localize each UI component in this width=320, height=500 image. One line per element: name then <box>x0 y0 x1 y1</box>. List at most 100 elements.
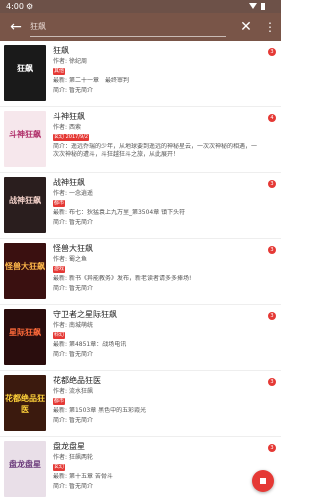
intro-text: 暂无简介 <box>68 219 93 226</box>
book-cover-title: 斗神狂飙 <box>9 130 41 139</box>
intro-label: 简介: <box>53 351 68 358</box>
book-title: 怪兽大狂飙 <box>53 244 93 253</box>
latest-label: 最新: <box>53 275 68 282</box>
author-label: 作者: <box>53 454 68 461</box>
book-author: 作者: 西索 <box>53 124 81 132</box>
author-name: 流水狂飙 <box>68 388 93 395</box>
status-bar: 4:00 ⚙ <box>0 0 281 13</box>
book-list-item[interactable]: 盘龙盘星 盘龙盘星 作者: 狂飙两轮 玄幻 最新: 第十五章 苦骨斗 简介: 暂无简介 3 <box>0 437 281 500</box>
book-intro: 简介: 暂无简介 <box>53 351 258 359</box>
book-author: 作者: 流水狂飙 <box>53 388 93 396</box>
book-cover-image: 花都绝品狂医 <box>4 375 46 431</box>
author-name: 西索 <box>68 124 81 131</box>
book-list-item[interactable]: 战神狂飙 战神狂飙 作者: 一念逍遥 都市 最新: 布七：狄猛袁上九万里_第3504章 … <box>0 173 281 239</box>
book-cover-image: 战神狂飙 <box>4 177 46 233</box>
latest-label: 最新: <box>53 407 68 414</box>
book-cover-image: 星际狂飙 <box>4 309 46 365</box>
intro-label: 简介: <box>53 417 68 424</box>
search-input-underline <box>30 36 226 37</box>
source-count-badge: 3 <box>268 378 276 386</box>
intro-text: 暂无简介 <box>68 351 93 358</box>
book-intro: 简介：遥远乔瑞的少年，从地球要到遥远的神秘星云，一次次神秘的相遇，一次次神秘的遭… <box>53 143 258 158</box>
book-author: 作者: 一念逍遥 <box>53 190 93 198</box>
latest-label: 最新: <box>53 209 68 216</box>
category-tag-date: 2017/9/2 <box>64 134 89 140</box>
author-name: 一念逍遥 <box>68 190 93 197</box>
category-tag-label: 都市 <box>54 398 65 404</box>
stop-search-button[interactable] <box>252 470 274 492</box>
category-tag: 玄幻 <box>53 464 66 471</box>
author-name: 狂飙两轮 <box>68 454 93 461</box>
book-latest-chapter: 最新: 第十五章 苦骨斗 <box>53 473 258 481</box>
book-cover-image: 怪兽大狂飙 <box>4 243 46 299</box>
category-tag-label: 其他 <box>54 68 65 74</box>
search-input[interactable]: 狂飙 <box>30 19 226 35</box>
source-count-badge: 4 <box>268 114 276 122</box>
book-intro: 简介: 暂无简介 <box>53 417 258 425</box>
author-label: 作者: <box>53 58 68 65</box>
book-cover-title: 盘龙盘星 <box>9 460 41 469</box>
book-list-item[interactable]: 星际狂飙 守卫者之星际狂飙 作者: 南城萌统 科幻 最新: 第4851章：战场电讯 简介:… <box>0 305 281 371</box>
book-latest-chapter: 最新: 布七：狄猛袁上九万里_第3504章 镇下头符 <box>53 209 258 217</box>
book-latest-chapter: 最新: 第二十一章 最终审判 <box>53 77 258 85</box>
author-name: 南城萌统 <box>68 322 93 329</box>
book-author: 作者: 狂飙两轮 <box>53 454 93 462</box>
book-list-item[interactable]: 怪兽大狂飙 怪兽大狂飙 作者: 蜀之鱼 游戏 最新: 新书《异能教务》发布，新老读者请多… <box>0 239 281 305</box>
latest-chapter: 新书《异能教务》发布，新老读者请多多捧场! <box>68 275 192 282</box>
book-author: 作者: 蜀之鱼 <box>53 256 87 264</box>
book-title: 斗神狂飙 <box>53 112 85 121</box>
book-latest-chapter: 最新: 第4851章：战场电讯 <box>53 341 258 349</box>
category-tag: 其他 <box>53 68 66 75</box>
book-cover-image: 狂飙 <box>4 45 46 101</box>
stop-icon <box>260 478 266 484</box>
author-label: 作者: <box>53 124 68 131</box>
search-result-list[interactable]: 狂飙 狂飙 作者: 徐纪周 其他 最新: 第二十一章 最终审判 简介: 暂无简介 3 斗神狂飙… <box>0 41 281 500</box>
author-name: 蜀之鱼 <box>68 256 87 263</box>
book-title: 战神狂飙 <box>53 178 85 187</box>
category-tag: 游戏 <box>53 266 66 273</box>
book-list-item[interactable]: 狂飙 狂飙 作者: 徐纪周 其他 最新: 第二十一章 最终审判 简介: 暂无简介 3 <box>0 41 281 107</box>
source-count-badge: 3 <box>268 444 276 452</box>
latest-label: 最新: <box>53 77 68 84</box>
book-cover-title: 战神狂飙 <box>9 196 41 205</box>
intro-text: 暂无简介 <box>68 87 93 94</box>
latest-label: 最新: <box>53 473 68 480</box>
back-arrow-icon[interactable]: ← <box>7 18 25 36</box>
latest-chapter: 第二十一章 最终审判 <box>68 77 129 84</box>
book-cover-title: 星际狂飙 <box>9 328 41 337</box>
source-count-badge: 3 <box>268 180 276 188</box>
intro-label: 简介: <box>53 219 68 226</box>
category-tag: 玄幻 2017/9/2 <box>53 134 90 141</box>
more-options-icon[interactable]: ⋮ <box>264 19 276 35</box>
source-count-badge: 3 <box>268 246 276 254</box>
book-latest-chapter: 最新: 新书《异能教务》发布，新老读者请多多捧场! <box>53 275 258 283</box>
category-tag-label: 玄幻 <box>54 464 65 470</box>
category-tag: 都市 <box>53 398 66 405</box>
book-intro: 简介: 暂无简介 <box>53 483 258 491</box>
author-label: 作者: <box>53 322 68 329</box>
book-intro: 简介: 暂无简介 <box>53 219 258 227</box>
clear-search-icon[interactable]: ✕ <box>237 18 255 36</box>
book-list-item[interactable]: 斗神狂飙 斗神狂飙 作者: 西索 玄幻 2017/9/2 简介：遥远乔瑞的少年，从地球要… <box>0 107 281 173</box>
author-label: 作者: <box>53 388 68 395</box>
book-author: 作者: 南城萌统 <box>53 322 93 330</box>
latest-label: 最新: <box>53 341 68 348</box>
author-name: 徐纪周 <box>68 58 87 65</box>
category-tag-label: 科幻 <box>54 332 65 338</box>
category-tag-label: 都市 <box>54 200 65 206</box>
intro-label: 简介: <box>53 483 68 490</box>
book-latest-chapter: 最新: 第1503章 黑色中的五彩霞光 <box>53 407 258 415</box>
latest-chapter: 第1503章 黑色中的五彩霞光 <box>68 407 147 414</box>
wifi-icon <box>249 3 257 9</box>
intro-text: 暂无简介 <box>68 285 93 292</box>
latest-chapter: 第4851章：战场电讯 <box>68 341 127 348</box>
category-tag-label: 游戏 <box>54 266 65 272</box>
category-tag: 科幻 <box>53 332 66 339</box>
settings-status-icon: ⚙ <box>26 2 34 11</box>
source-count-badge: 3 <box>268 312 276 320</box>
intro-label: 简介: <box>53 87 68 94</box>
book-cover-image: 斗神狂飙 <box>4 111 46 167</box>
book-cover-title: 花都绝品狂医 <box>5 394 45 414</box>
book-list-item[interactable]: 花都绝品狂医 花都绝品狂医 作者: 流水狂飙 都市 最新: 第1503章 黑色中的五彩霞… <box>0 371 281 437</box>
latest-chapter: 布七：狄猛袁上九万里_第3504章 镇下头符 <box>68 209 186 216</box>
